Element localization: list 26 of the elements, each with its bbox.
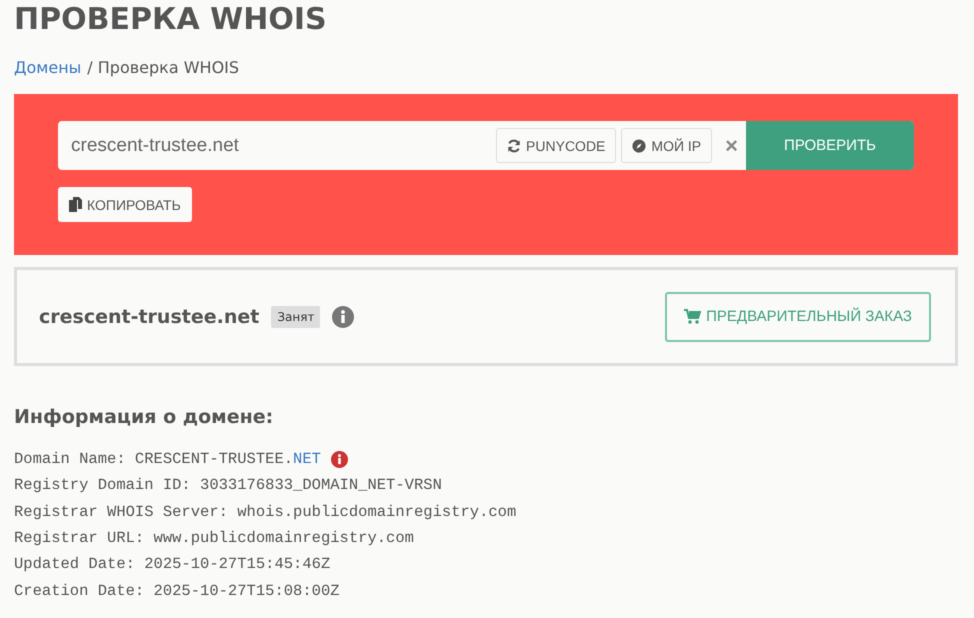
whois-line: Domain Name: CRESCENT-TRUSTEE.NET [14,450,321,468]
whois-line: Registry Domain ID: 3033176833_DOMAIN_NET-VRSN [14,476,442,494]
punycode-button[interactable]: PUNYCODE [496,128,616,163]
cart-icon [684,309,702,324]
my-ip-button[interactable]: МОЙ IP [621,128,712,163]
domain-name: crescent-trustee.net [39,306,260,328]
compass-icon [632,138,646,152]
section-heading: Информация о домене: [14,406,274,428]
copy-icon [69,197,82,212]
clear-button[interactable]: × [717,132,746,158]
preorder-button[interactable]: ПРЕДВАРИТЕЛЬНЫЙ ЗАКАЗ [665,292,931,342]
refresh-icon [507,138,522,152]
breadcrumb-link[interactable]: Домены [14,58,82,77]
page-title: ПРОВЕРКА WHOIS [14,1,328,38]
tld-link[interactable]: NET [293,450,321,468]
status-badge: Занят [271,306,320,328]
copy-button[interactable]: КОПИРОВАТЬ [58,187,192,222]
whois-line: Registrar URL: www.publicdomainregistry.com [14,529,414,548]
info-icon[interactable] [330,450,348,468]
whois-line: Creation Date: 2025-10-27T15:08:00Z [14,582,340,600]
whois-line: Updated Date: 2025-10-27T15:45:46Z [14,555,330,574]
domain-field[interactable]: crescent-trustee.net PUNYCODE МОЙ IP × ПРОВЕРИТЬ [58,121,914,170]
check-button[interactable]: ПРОВЕРИТЬ [746,121,914,170]
breadcrumb-current: / Проверка WHOIS [87,58,240,77]
info-icon[interactable] [332,306,354,328]
whois-line: Registrar WHOIS Server: whois.publicdomainregistry.com [14,502,516,521]
